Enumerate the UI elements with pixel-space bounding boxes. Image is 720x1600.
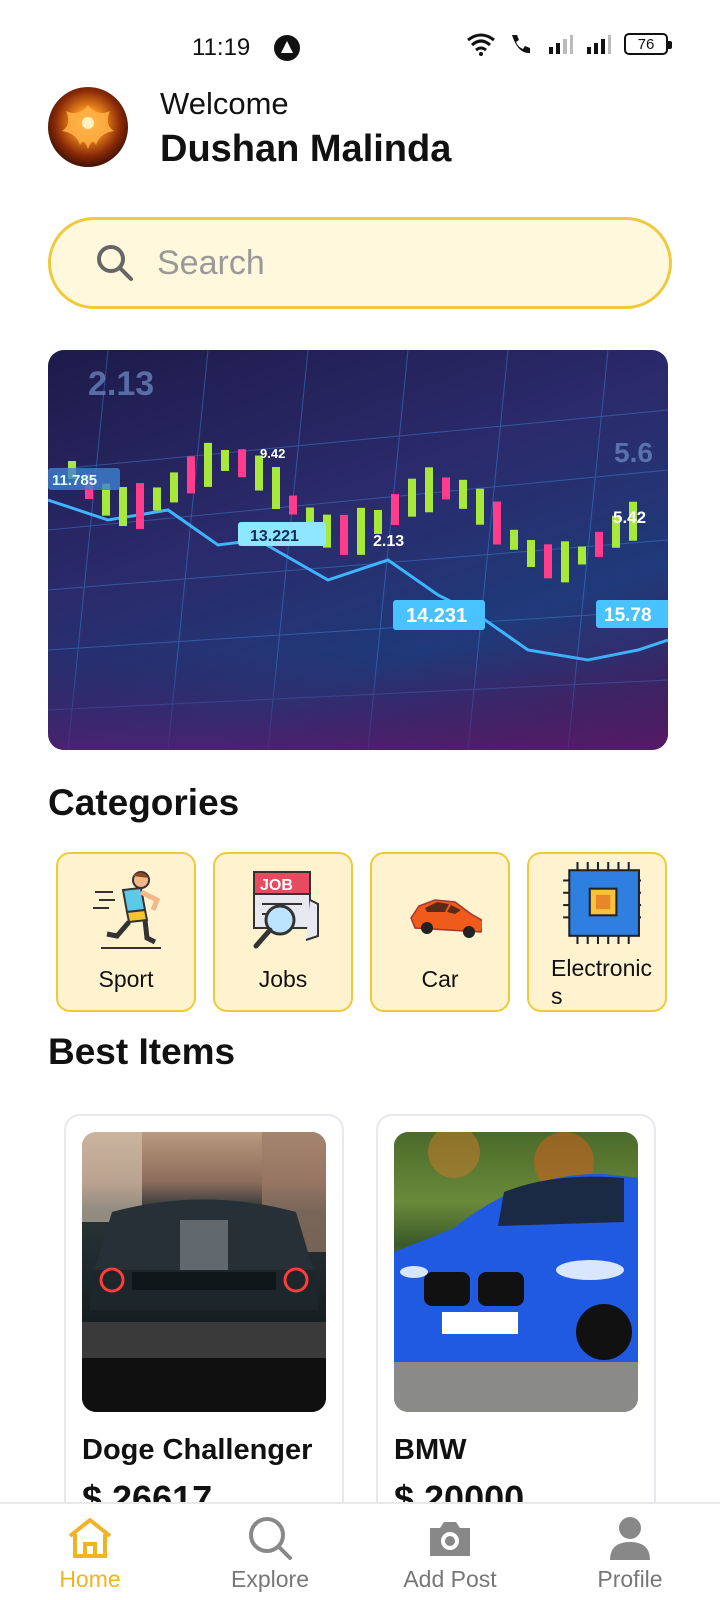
status-time: 11:19 — [192, 34, 251, 61]
nav-label: Add Post — [403, 1566, 497, 1592]
candlestick — [442, 477, 450, 500]
runner-icon — [93, 871, 161, 949]
banner-label-56: 5.6 — [614, 437, 653, 468]
candlestick — [357, 507, 365, 555]
candlestick — [272, 467, 280, 510]
search-icon — [249, 1517, 292, 1560]
banner-label-213b: 2.13 — [373, 533, 404, 550]
wifi-icon — [467, 33, 495, 56]
candlestick — [204, 442, 212, 487]
job-search-icon: JOB — [253, 871, 319, 949]
welcome-text: Welcome — [160, 86, 289, 121]
nav-label: Home — [59, 1566, 121, 1592]
candlestick — [425, 467, 433, 513]
candlestick — [221, 449, 229, 471]
phoenix-icon — [62, 105, 114, 149]
banner-label-14231: 14.231 — [406, 605, 467, 627]
candlestick — [476, 488, 484, 525]
camera-icon — [430, 1522, 470, 1556]
home-icon — [68, 1518, 112, 1558]
app-notification-icon — [274, 35, 300, 61]
avatar[interactable] — [48, 87, 128, 167]
item-image-bmw — [394, 1132, 638, 1412]
candlestick — [170, 472, 178, 503]
item-card-challenger[interactable]: Doge Challenger $ 26617 — [64, 1114, 344, 1534]
search-bar[interactable] — [48, 217, 672, 309]
battery-icon: 76 — [624, 33, 672, 55]
item-image-challenger — [82, 1132, 326, 1412]
candlestick — [493, 501, 501, 545]
item-card-bmw[interactable]: BMW $ 20000 — [376, 1114, 656, 1534]
category-electronics[interactable]: Electronics — [527, 852, 667, 1012]
signal-1-icon — [549, 35, 573, 54]
nav-label: Explore — [231, 1566, 309, 1592]
candlestick — [289, 495, 297, 515]
car-icon — [410, 899, 482, 938]
candlestick — [187, 456, 195, 494]
profile-icon — [610, 1517, 650, 1560]
candlestick — [510, 529, 518, 550]
category-label: Electronics — [551, 955, 652, 1009]
category-label: Car — [421, 966, 459, 992]
car-photo — [394, 1132, 638, 1412]
search-input[interactable] — [157, 243, 617, 283]
bottom-nav: Home Explore Add Post Profile — [0, 1502, 720, 1600]
banner-label-213: 2.13 — [88, 365, 154, 403]
candlestick — [408, 478, 416, 517]
signal-2-icon — [587, 35, 611, 54]
best-items-title: Best Items — [48, 1031, 236, 1072]
car-photo — [82, 1132, 326, 1412]
candlestick — [391, 494, 399, 526]
call-icon — [512, 35, 530, 54]
categories-title: Categories — [48, 782, 240, 823]
candlestick — [340, 514, 348, 555]
battery-level: 76 — [637, 35, 655, 53]
nav-explore[interactable]: Explore — [180, 1504, 360, 1600]
category-label: Jobs — [258, 966, 308, 992]
candlestick — [578, 546, 586, 565]
candlestick — [136, 483, 144, 530]
chip-icon — [563, 862, 641, 944]
candlestick — [374, 509, 382, 534]
candlestick — [595, 531, 603, 557]
nav-profile[interactable]: Profile — [540, 1504, 720, 1600]
category-label: Sport — [98, 966, 154, 992]
search-icon — [97, 245, 133, 281]
candlestick — [544, 544, 552, 579]
category-car[interactable]: Car — [370, 852, 510, 1012]
status-bar: 11:19 76 — [0, 0, 720, 96]
candlestick — [459, 479, 467, 509]
banner-label-942: 9.42 — [260, 446, 285, 461]
candlestick — [561, 541, 569, 583]
candlestick — [238, 449, 246, 478]
banner-label-13221: 13.221 — [250, 528, 299, 545]
banner-label-1578: 15.78 — [604, 605, 652, 626]
username: Dushan Malinda — [160, 128, 452, 170]
nav-add-post[interactable]: Add Post — [360, 1504, 540, 1600]
promo-banner[interactable]: 13.221 14.231 15.78 9.42 2.13 5.42 2.13 … — [48, 350, 668, 750]
candlestick — [153, 487, 161, 511]
candlestick — [527, 540, 535, 568]
nav-home[interactable]: Home — [0, 1504, 180, 1600]
category-sport[interactable]: Sport — [56, 852, 196, 1012]
banner-label-542: 5.42 — [613, 508, 646, 527]
svg-text:JOB: JOB — [260, 877, 293, 894]
banner-label-11785: 11.785 — [52, 472, 97, 489]
item-name: Doge Challenger — [82, 1434, 313, 1466]
categories-list: Sport JOB Jobs Car Electronics — [56, 852, 667, 1012]
category-jobs[interactable]: JOB Jobs — [213, 852, 353, 1012]
best-items-list: Doge Challenger $ 26617 BMW $ 20000 — [64, 1114, 656, 1534]
stock-chart-graphic: 13.221 14.231 15.78 9.42 2.13 5.42 2.13 … — [48, 350, 668, 750]
nav-label: Profile — [597, 1566, 663, 1592]
item-name: BMW — [394, 1434, 467, 1466]
candlestick — [119, 487, 127, 527]
status-indicators: 76 — [466, 32, 672, 56]
